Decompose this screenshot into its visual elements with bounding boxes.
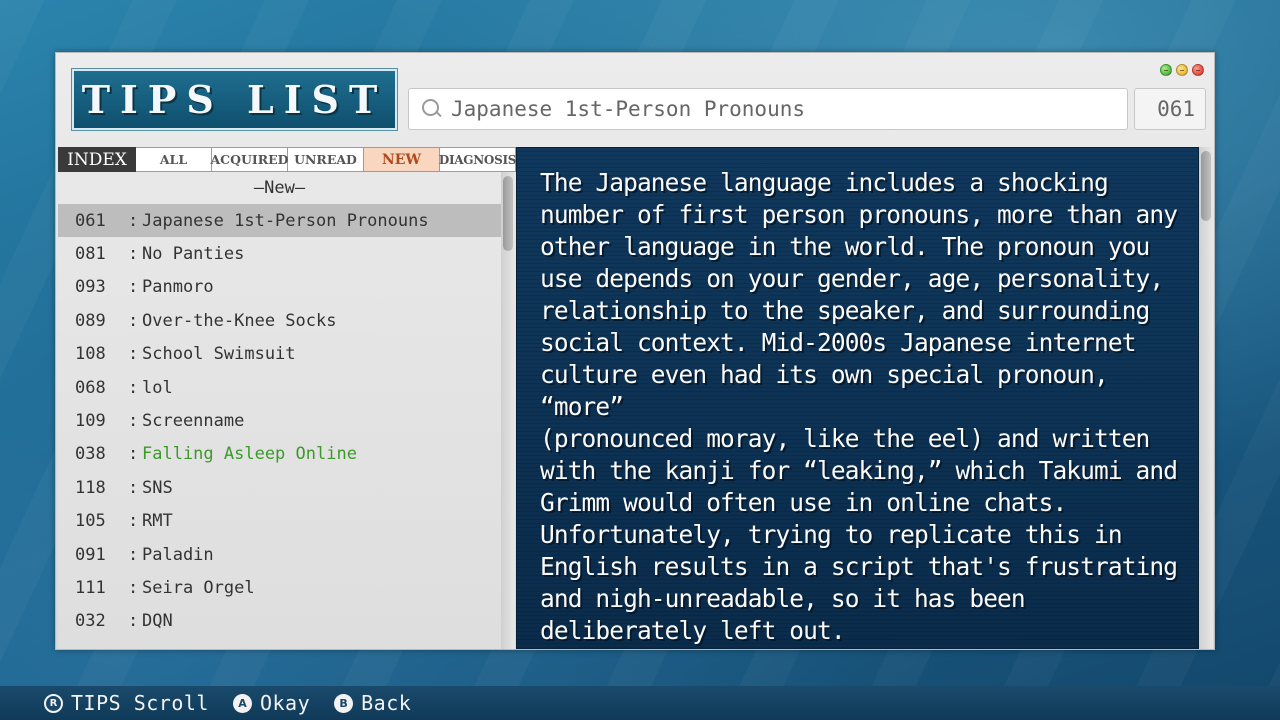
tip-separator: :: [128, 244, 139, 265]
a-button-icon: A: [232, 693, 252, 713]
tip-separator: :: [128, 577, 139, 598]
tip-number: 068: [75, 377, 106, 398]
tip-title: SNS: [142, 477, 173, 498]
tip-number: 061: [75, 210, 106, 231]
list-item[interactable]: 089: Over-the-Knee Socks: [58, 304, 501, 337]
tip-body-text: The Japanese language includes a shockin…: [540, 168, 1178, 645]
tip-number: 093: [75, 277, 106, 298]
hint-label: Okay: [259, 691, 311, 715]
tip-separator: :: [128, 277, 139, 298]
tip-separator: :: [128, 310, 139, 331]
page-title: TIPS LIST: [81, 77, 388, 122]
hint-label: TIPS Scroll: [71, 691, 209, 715]
list-item[interactable]: 118: SNS: [58, 471, 501, 504]
tip-separator: :: [128, 477, 139, 498]
search-icon: [421, 98, 443, 120]
tip-number: 038: [75, 444, 106, 465]
tip-content-panel: The Japanese language includes a shockin…: [516, 147, 1199, 649]
tip-number: 105: [75, 511, 106, 532]
list-item[interactable]: 081: No Panties: [58, 237, 501, 270]
list-scrollbar[interactable]: [501, 172, 515, 649]
list-section-header: —New—: [253, 178, 306, 198]
minimize-icon[interactable]: [1176, 64, 1188, 76]
tab-unread[interactable]: UNREAD: [288, 147, 364, 172]
content-scrollbar[interactable]: [1199, 147, 1213, 649]
tip-separator: :: [128, 611, 139, 632]
tab-all[interactable]: ALL: [136, 147, 212, 172]
tip-title: Falling Asleep Online: [142, 444, 357, 465]
tip-separator: :: [128, 210, 139, 231]
tip-separator: :: [128, 444, 139, 465]
tab-diagnosis[interactable]: DIAGNOSIS: [439, 147, 516, 172]
tip-title: Seira Orgel: [142, 577, 255, 598]
tip-number: 111: [75, 577, 106, 598]
tip-number-display: 061: [1134, 88, 1206, 130]
tips-window: TIPS LIST Japanese 1st-Person Pronouns 0…: [55, 52, 1215, 650]
tip-separator: :: [128, 511, 139, 532]
tip-title: School Swimsuit: [142, 344, 296, 365]
button-hints-bar: R TIPS Scroll A Okay B Back: [0, 686, 1280, 720]
maximize-icon[interactable]: [1160, 64, 1172, 76]
tip-title: RMT: [142, 511, 173, 532]
tip-title: Over-the-Knee Socks: [142, 310, 337, 331]
list-item[interactable]: 111: Seira Orgel: [58, 571, 501, 604]
hint-label: Back: [361, 691, 412, 715]
list-item[interactable]: 091: Paladin: [58, 538, 501, 571]
tip-title: Paladin: [142, 544, 214, 565]
window-controls: [1160, 64, 1204, 76]
tip-number: 108: [75, 344, 106, 365]
list-item[interactable]: 038: Falling Asleep Online: [58, 438, 501, 471]
search-field[interactable]: Japanese 1st-Person Pronouns: [408, 88, 1128, 130]
tip-separator: :: [128, 344, 139, 365]
tip-title: No Panties: [142, 244, 245, 265]
tips-list: —New— 061: Japanese 1st-Person Pronouns 08…: [58, 172, 501, 649]
list-item[interactable]: 068: lol: [58, 371, 501, 404]
list-item[interactable]: 105: RMT: [58, 505, 501, 538]
hint-tips-scroll[interactable]: R TIPS Scroll: [44, 691, 209, 715]
search-value: Japanese 1st-Person Pronouns: [451, 97, 806, 121]
tip-separator: :: [128, 411, 139, 432]
list-item[interactable]: 108: School Swimsuit: [58, 338, 501, 371]
content-scroll-thumb[interactable]: [1201, 151, 1211, 221]
list-item[interactable]: 109: Screenname: [58, 404, 501, 437]
list-item[interactable]: 093: Panmoro: [58, 271, 501, 304]
r-stick-icon: R: [44, 693, 63, 713]
tip-title: Japanese 1st-Person Pronouns: [142, 210, 429, 231]
tip-title: Screenname: [142, 411, 245, 432]
b-button-icon: B: [334, 693, 354, 713]
title-plate: TIPS LIST: [71, 68, 398, 131]
tip-number: 109: [75, 411, 106, 432]
hint-back[interactable]: B Back: [334, 691, 411, 715]
list-item[interactable]: 061: Japanese 1st-Person Pronouns: [58, 204, 501, 238]
tip-number: 091: [75, 544, 106, 565]
filter-tabs: INDEX ALL ACQUIRED UNREAD NEW DIAGNOSIS: [58, 147, 516, 172]
tab-new[interactable]: NEW: [364, 147, 440, 172]
tip-title: DQN: [142, 611, 173, 632]
tab-index-label: INDEX: [58, 147, 136, 172]
tip-separator: :: [128, 544, 139, 565]
tip-separator: :: [128, 377, 139, 398]
tip-number: 118: [75, 477, 106, 498]
tip-title: Panmoro: [142, 277, 214, 298]
tab-acquired[interactable]: ACQUIRED: [210, 147, 289, 172]
list-item[interactable]: 032: DQN: [58, 605, 501, 638]
hint-okay[interactable]: A Okay: [232, 691, 311, 715]
tip-number: 089: [75, 310, 106, 331]
tip-number: 081: [75, 244, 106, 265]
tip-number: 032: [75, 611, 106, 632]
list-scroll-thumb[interactable]: [503, 176, 513, 251]
close-icon[interactable]: [1192, 64, 1204, 76]
tip-title: lol: [142, 377, 173, 398]
